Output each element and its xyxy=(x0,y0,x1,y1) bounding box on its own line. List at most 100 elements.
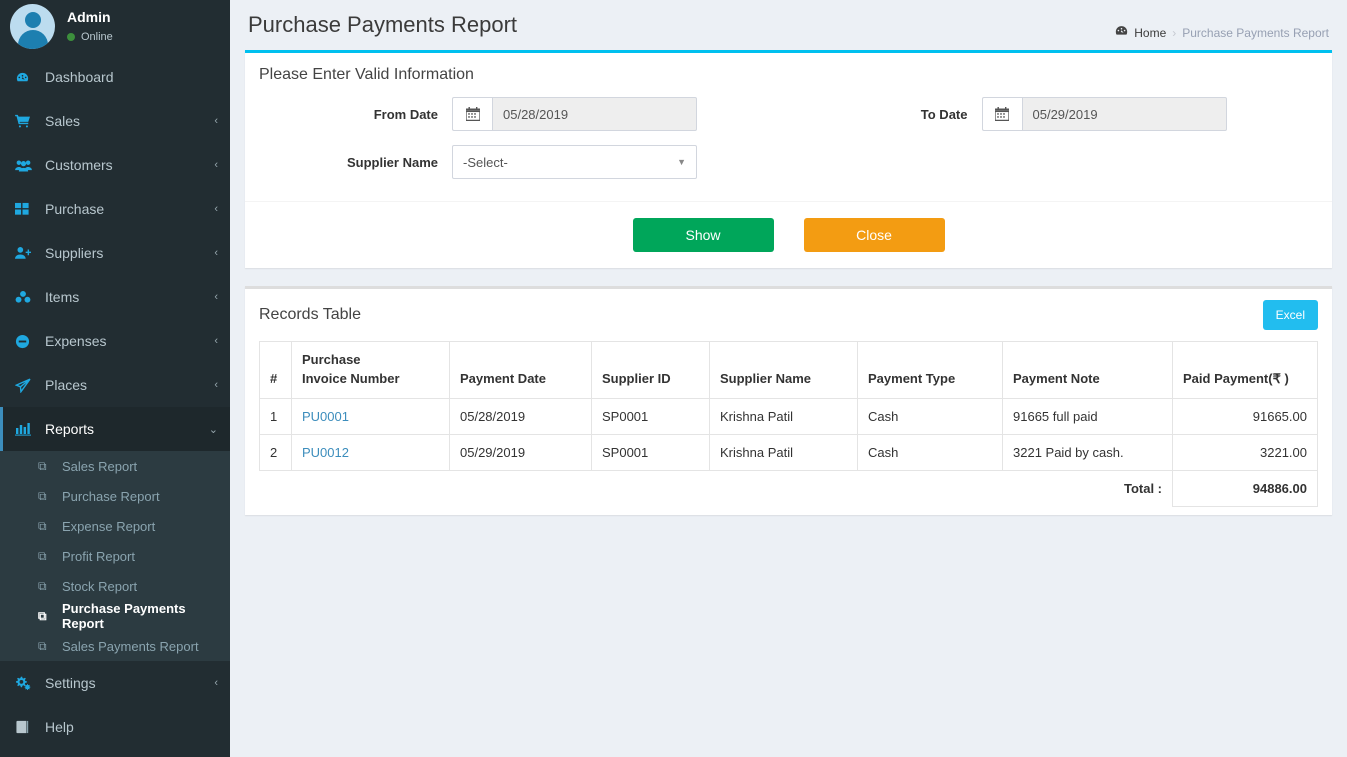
chevron-down-icon: ⌄ xyxy=(208,423,218,436)
sidebar-item-expense-report[interactable]: ⧉ Expense Report xyxy=(0,511,230,541)
sidebar-item-settings[interactable]: Settings ‹ xyxy=(0,661,230,705)
user-status: Online xyxy=(67,31,113,43)
sidebar-item-items[interactable]: Items ‹ xyxy=(0,275,230,319)
column-header-supplier-name: Supplier Name xyxy=(709,341,858,399)
chevron-down-icon: ▼ xyxy=(677,157,686,167)
supplier-row: Supplier Name -Select- ▼ xyxy=(259,145,1318,179)
date-row: From Date To Date xyxy=(259,97,1318,131)
copy-icon: ⧉ xyxy=(38,548,47,563)
records-panel: Records Table Excel # Purchase Invoice N… xyxy=(245,286,1332,515)
sidebar-subitem-label: Profit Report xyxy=(62,548,135,564)
invoice-link[interactable]: PU0012 xyxy=(302,445,349,460)
reports-submenu-list: ⧉ Sales Report ⧉ Purchase Report ⧉ Expen… xyxy=(0,451,230,661)
records-panel-title: Records Table xyxy=(259,306,361,323)
sidebar-item-label: Expenses xyxy=(45,333,107,349)
column-header-index: # xyxy=(259,341,292,399)
sidebar-subitem-label: Stock Report xyxy=(62,578,138,594)
sidebar-item-dashboard[interactable]: Dashboard xyxy=(0,55,230,99)
sidebar-item-label: Reports xyxy=(45,421,95,437)
breadcrumb: Home › Purchase Payments Report xyxy=(1115,12,1329,40)
calendar-icon[interactable] xyxy=(981,97,1022,131)
show-button[interactable]: Show xyxy=(632,218,774,252)
sidebar-item-suppliers[interactable]: Suppliers ‹ xyxy=(0,231,230,275)
users-icon xyxy=(15,159,37,172)
user-info: Admin Online xyxy=(67,9,113,43)
sidebar-item-reports[interactable]: Reports ⌄ xyxy=(0,407,230,451)
app-root: Admin Online Dashboard Sales ‹ Customers… xyxy=(0,0,1347,757)
cell-paid-payment: 3221.00 xyxy=(1172,433,1318,471)
sidebar-item-places[interactable]: Places ‹ xyxy=(0,363,230,407)
grid-icon xyxy=(15,202,37,217)
table-header-row: # Purchase Invoice Number Payment Date S… xyxy=(259,341,1318,399)
sidebar-item-purchase-payments-report[interactable]: ⧉ Purchase Payments Report xyxy=(0,601,230,631)
from-date-label: From Date xyxy=(373,106,438,122)
cell-payment-date: 05/28/2019 xyxy=(449,397,592,435)
breadcrumb-home-link[interactable]: Home xyxy=(1134,26,1166,40)
user-status-label: Online xyxy=(81,30,113,43)
sidebar-item-label: Customers xyxy=(45,157,113,173)
column-header-payment-note: Payment Note xyxy=(1002,341,1173,399)
from-date-group: From Date xyxy=(259,97,789,131)
to-date-input[interactable] xyxy=(1021,97,1227,131)
cell-index: 1 xyxy=(259,397,292,435)
table-row: 1 PU0001 05/28/2019 SP0001 Krishna Patil… xyxy=(259,397,1318,435)
chevron-icon: ‹ xyxy=(214,291,218,303)
sidebar-item-expenses[interactable]: Expenses ‹ xyxy=(0,319,230,363)
sidebar-item-customers[interactable]: Customers ‹ xyxy=(0,143,230,187)
sidebar-subitem-label: Sales Report xyxy=(62,458,138,474)
supplier-name-select[interactable]: -Select- ▼ xyxy=(452,145,697,179)
records-panel-header: Records Table Excel xyxy=(245,289,1332,341)
sidebar-item-label: Places xyxy=(45,377,88,393)
user-panel: Admin Online xyxy=(0,0,230,55)
chevron-icon: ‹ xyxy=(214,247,218,259)
close-button[interactable]: Close xyxy=(803,218,945,252)
cubes-icon xyxy=(15,290,37,304)
sidebar-item-purchase[interactable]: Purchase ‹ xyxy=(0,187,230,231)
column-header-payment-date: Payment Date xyxy=(449,341,592,399)
copy-icon: ⧉ xyxy=(38,518,47,533)
copy-icon: ⧉ xyxy=(38,638,47,653)
sidebar: Admin Online Dashboard Sales ‹ Customers… xyxy=(0,0,230,757)
sidebar-item-sales-report[interactable]: ⧉ Sales Report xyxy=(0,451,230,481)
gears-icon xyxy=(15,676,37,691)
paper-plane-icon xyxy=(15,377,37,393)
chevron-icon: ‹ xyxy=(214,677,218,689)
cell-payment-note: 91665 full paid xyxy=(1002,397,1173,435)
book-icon xyxy=(15,720,37,734)
from-date-input[interactable] xyxy=(492,97,697,131)
filter-panel-body: From Date To Date xyxy=(245,97,1332,201)
column-header-invoice-line1: Purchase xyxy=(302,352,361,367)
user-plus-icon xyxy=(15,246,37,260)
filter-panel: Please Enter Valid Information From Date xyxy=(245,50,1332,268)
excel-export-button[interactable]: Excel xyxy=(1262,300,1318,330)
sidebar-item-help[interactable]: Help xyxy=(0,705,230,749)
bar-chart-icon xyxy=(15,422,37,436)
cell-supplier-name: Krishna Patil xyxy=(709,397,858,435)
filter-panel-footer: Show Close xyxy=(245,201,1332,268)
cell-payment-type: Cash xyxy=(857,397,1003,435)
cell-payment-note: 3221 Paid by cash. xyxy=(1002,433,1173,471)
invoice-link[interactable]: PU0001 xyxy=(302,409,349,424)
cell-supplier-id: SP0001 xyxy=(591,433,710,471)
sidebar-item-profit-report[interactable]: ⧉ Profit Report xyxy=(0,541,230,571)
breadcrumb-separator: › xyxy=(1172,25,1177,40)
records-table-head: # Purchase Invoice Number Payment Date S… xyxy=(259,341,1318,399)
sidebar-item-label: Items xyxy=(45,289,80,305)
chevron-icon: ‹ xyxy=(214,335,218,347)
sidebar-subitem-label: Purchase Report xyxy=(62,488,160,504)
sidebar-item-stock-report[interactable]: ⧉ Stock Report xyxy=(0,571,230,601)
sidebar-item-purchase-report[interactable]: ⧉ Purchase Report xyxy=(0,481,230,511)
table-total-row: Total : 94886.00 xyxy=(260,469,1318,507)
records-panel-body: # Purchase Invoice Number Payment Date S… xyxy=(245,341,1332,515)
supplier-name-selected-value: -Select- xyxy=(463,154,508,170)
cell-supplier-id: SP0001 xyxy=(591,397,710,435)
to-date-input-group xyxy=(981,97,1227,131)
cell-index: 2 xyxy=(259,433,292,471)
cell-invoice: PU0012 xyxy=(291,433,450,471)
chevron-icon: ‹ xyxy=(214,203,218,215)
sidebar-item-sales-payments-report[interactable]: ⧉ Sales Payments Report xyxy=(0,631,230,661)
calendar-icon[interactable] xyxy=(452,97,492,131)
sidebar-item-sales[interactable]: Sales ‹ xyxy=(0,99,230,143)
cell-payment-date: 05/29/2019 xyxy=(449,433,592,471)
chevron-icon: ‹ xyxy=(214,379,218,391)
